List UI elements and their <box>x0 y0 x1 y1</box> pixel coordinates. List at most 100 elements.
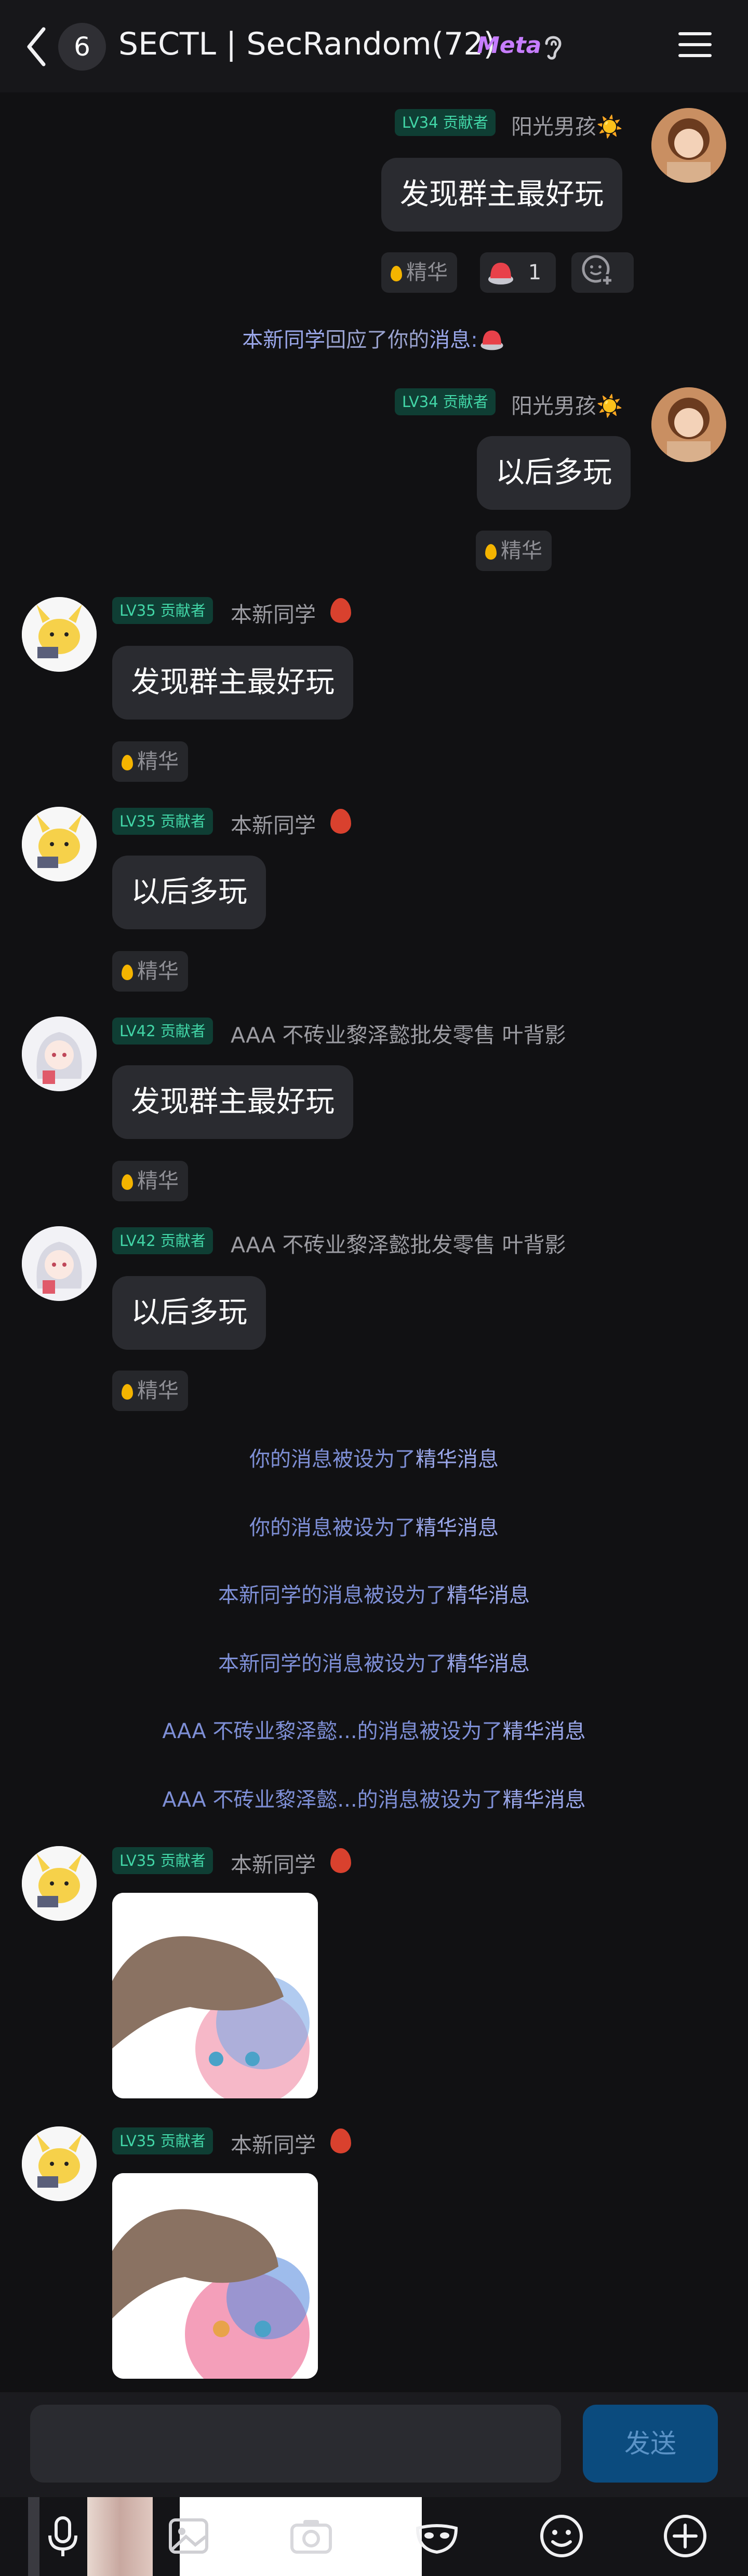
notice-text: AAA 不砖业黎泽懿...的消息被设为了 <box>162 1788 503 1812</box>
message-bubble[interactable]: 以后多玩 <box>112 1276 266 1350</box>
drop-icon <box>122 1384 133 1400</box>
flame-icon <box>330 598 351 623</box>
message-bubble[interactable]: 以后多玩 <box>477 436 631 510</box>
camera-icon[interactable] <box>288 2513 335 2559</box>
essence-tag[interactable]: 精华 <box>112 1371 188 1411</box>
level-badge: LV42 贡献者 <box>112 1227 213 1254</box>
head-pat-sticker <box>112 1893 318 2098</box>
drop-icon <box>122 755 133 770</box>
level-badge: LV35 贡献者 <box>112 1847 213 1874</box>
avatar[interactable] <box>651 387 726 462</box>
composer-bar: 发送 <box>0 2392 748 2497</box>
essence-tag[interactable]: 精华 <box>112 1161 188 1201</box>
media-thumbnail[interactable] <box>87 2497 153 2576</box>
reply-middle-text: 回应了你的 <box>325 328 430 352</box>
meta-badge: Meta <box>477 32 542 59</box>
level-badge: LV35 贡献者 <box>112 808 213 835</box>
essence-tag[interactable]: 精华 <box>112 741 188 782</box>
add-emoji-icon <box>582 255 613 287</box>
notice-text: AAA 不砖业黎泽懿...的消息被设为了 <box>162 1719 503 1743</box>
essence-message-link[interactable]: 精华消息 <box>416 1447 499 1471</box>
sender-name[interactable]: 阳光男孩☀️ <box>511 109 623 140</box>
notice-text: 本新同学的消息被设为了 <box>218 1652 447 1676</box>
system-notice: 本新同学的消息被设为了精华消息 <box>0 1578 748 1608</box>
system-notice: 你的消息被设为了精华消息 <box>0 1511 748 1541</box>
drop-icon <box>391 266 402 281</box>
level-badge: LV35 贡献者 <box>112 2127 213 2154</box>
avatar[interactable] <box>22 1226 97 1301</box>
essence-message-link[interactable]: 精华消息 <box>416 1516 499 1540</box>
emoji-icon[interactable] <box>538 2513 585 2559</box>
mic-icon[interactable] <box>39 2513 86 2559</box>
avatar-image <box>651 387 726 462</box>
notice-text: 本新同学的消息被设为了 <box>218 1583 447 1607</box>
reaction-count: 1 <box>528 261 542 284</box>
anime-girl-avatar-image <box>22 1016 97 1091</box>
essence-tag[interactable]: 精华 <box>381 252 457 293</box>
notice-text: 你的消息被设为了 <box>249 1447 416 1471</box>
pikachu-avatar-image <box>22 597 97 672</box>
avatar[interactable] <box>22 597 97 672</box>
red-button-icon <box>480 330 503 350</box>
unread-count-badge[interactable]: 6 <box>58 23 106 71</box>
essence-label: 精华 <box>406 261 448 284</box>
sender-name[interactable]: 本新同学 <box>231 2127 316 2159</box>
level-badge: LV35 贡献者 <box>112 597 213 624</box>
red-button-icon <box>488 263 513 284</box>
reaction-chip[interactable]: 1 <box>480 252 556 293</box>
message-bubble[interactable]: 以后多玩 <box>112 856 266 929</box>
avatar[interactable] <box>22 1016 97 1091</box>
flame-icon <box>330 2128 351 2153</box>
chat-header: 6 SECTL | SecRandom(72) Meta <box>0 0 748 92</box>
message-bubble[interactable]: 发现群主最好玩 <box>381 158 622 232</box>
head-pat-sticker <box>112 2173 318 2379</box>
avatar[interactable] <box>22 1846 97 1921</box>
sender-name[interactable]: AAA 不砖业黎泽懿批发零售 叶背影 <box>231 1227 566 1258</box>
sender-name[interactable]: 本新同学 <box>231 808 316 839</box>
plus-icon[interactable] <box>662 2513 709 2559</box>
level-badge: LV34 贡献者 <box>395 109 496 136</box>
avatar[interactable] <box>22 2126 97 2201</box>
group-title[interactable]: SECTL | SecRandom(72) <box>118 26 496 62</box>
pikachu-avatar-image <box>22 1846 97 1921</box>
sender-name[interactable]: 本新同学 <box>231 597 316 628</box>
message-input[interactable] <box>30 2405 561 2483</box>
essence-tag[interactable]: 精华 <box>476 531 552 571</box>
input-toolbar <box>0 2497 748 2576</box>
avatar[interactable] <box>22 807 97 882</box>
photo-icon[interactable] <box>165 2513 212 2559</box>
system-notice: 本新同学的消息被设为了精华消息 <box>0 1647 748 1677</box>
sender-name[interactable]: 阳光男孩☀️ <box>511 388 623 419</box>
essence-message-link[interactable]: 精华消息 <box>447 1583 530 1607</box>
sticker-image[interactable] <box>112 2173 318 2379</box>
reply-user-link[interactable]: 本新同学 <box>242 328 325 352</box>
send-button[interactable]: 发送 <box>583 2405 718 2483</box>
essence-tag[interactable]: 精华 <box>112 951 188 992</box>
sticker-image[interactable] <box>112 1893 318 2098</box>
message-bubble[interactable]: 发现群主最好玩 <box>112 1065 353 1139</box>
essence-message-link[interactable]: 精华消息 <box>503 1788 586 1812</box>
reply-notice: 本新同学回应了你的消息: <box>0 323 748 353</box>
sender-name[interactable]: 本新同学 <box>231 1847 316 1878</box>
flame-icon <box>330 1848 351 1873</box>
drop-icon <box>122 965 133 980</box>
back-arrow-icon[interactable] <box>26 26 47 67</box>
essence-message-link[interactable]: 精华消息 <box>503 1719 586 1743</box>
anime-girl-avatar-image <box>22 1226 97 1301</box>
mask-icon[interactable] <box>413 2513 460 2559</box>
system-notice: AAA 不砖业黎泽懿...的消息被设为了精华消息 <box>0 1783 748 1813</box>
ear-icon[interactable] <box>540 31 566 62</box>
reply-tail-text: : <box>471 328 478 352</box>
level-badge: LV42 贡献者 <box>112 1018 213 1045</box>
essence-label: 精华 <box>137 1169 179 1193</box>
pikachu-avatar-image <box>22 2126 97 2201</box>
essence-message-link[interactable]: 精华消息 <box>447 1652 530 1676</box>
sender-name[interactable]: AAA 不砖业黎泽懿批发零售 叶背影 <box>231 1018 566 1049</box>
reply-message-link[interactable]: 消息 <box>429 328 471 352</box>
essence-label: 精华 <box>501 539 542 563</box>
message-bubble[interactable]: 发现群主最好玩 <box>112 646 353 720</box>
add-reaction-button[interactable] <box>571 252 634 293</box>
menu-icon[interactable] <box>678 30 712 59</box>
avatar[interactable] <box>651 108 726 183</box>
essence-label: 精华 <box>137 1379 179 1403</box>
